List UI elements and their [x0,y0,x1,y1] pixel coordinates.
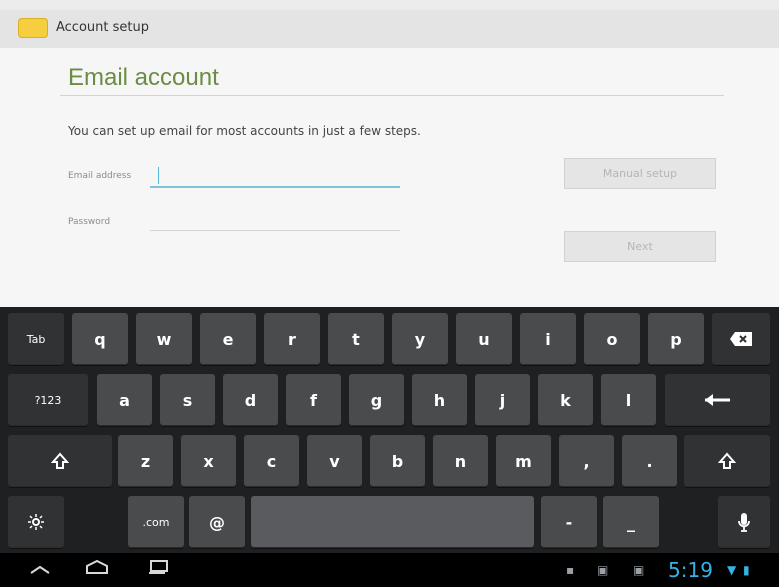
key-space[interactable] [251,496,534,548]
key-dotcom[interactable]: .com [128,496,184,548]
settings-icon [28,514,44,530]
key-y[interactable]: y [392,313,448,365]
key-settings[interactable] [8,496,64,548]
key-k[interactable]: k [538,374,593,426]
key-enter[interactable] [665,374,770,426]
status-clock: 5:19 [668,558,713,582]
action-bar-title: Account setup [56,20,149,35]
intro-text: You can set up email for most accounts i… [68,124,421,138]
next-button[interactable]: Next [564,231,716,262]
email-label: Email address [68,171,132,181]
key-underscore[interactable]: _ [603,496,659,548]
key-z[interactable]: z [118,435,173,487]
shift-icon [51,452,69,469]
key-m[interactable]: m [496,435,551,487]
key-w[interactable]: w [136,313,192,365]
enter-icon [704,394,730,406]
key-t[interactable]: t [328,313,384,365]
key-shift-left[interactable] [8,435,112,487]
back-icon[interactable] [29,553,51,587]
wifi-icon: ▼ [727,563,737,577]
home-icon[interactable] [84,553,110,587]
email-account-form: Email account You can set up email for m… [0,48,779,307]
notification-icon[interactable]: ▪ [566,553,574,587]
key-v[interactable]: v [307,435,362,487]
key-tab[interactable]: Tab [8,313,64,365]
key-voice-input[interactable] [718,496,770,548]
key-f[interactable]: f [286,374,341,426]
text-cursor [158,167,159,184]
voice-input-icon [738,513,750,532]
key-d[interactable]: d [223,374,278,426]
notification-icon[interactable]: ▣ [633,553,644,587]
key-hyphen[interactable]: - [541,496,597,548]
key-s[interactable]: s [160,374,215,426]
key-x[interactable]: x [181,435,236,487]
key-period[interactable]: . [622,435,677,487]
title-divider [60,95,724,96]
key-comma[interactable]: , [559,435,614,487]
key-l[interactable]: l [601,374,656,426]
key-c[interactable]: c [244,435,299,487]
key-shift-right[interactable] [684,435,770,487]
email-app-icon[interactable] [18,18,48,38]
key-p[interactable]: p [648,313,704,365]
key-u[interactable]: u [456,313,512,365]
email-field[interactable] [150,164,400,188]
manual-setup-button[interactable]: Manual setup [564,158,716,189]
battery-icon: ▮ [743,563,750,577]
key-q[interactable]: q [72,313,128,365]
key-symbols[interactable]: ?123 [8,374,88,426]
key-i[interactable]: i [520,313,576,365]
key-j[interactable]: j [475,374,530,426]
key-n[interactable]: n [433,435,488,487]
key-o[interactable]: o [584,313,640,365]
key-backspace[interactable] [712,313,770,365]
backspace-icon [730,332,752,346]
page-title: Email account [68,64,219,91]
notification-icon[interactable]: ▣ [597,553,608,587]
key-h[interactable]: h [412,374,467,426]
key-a[interactable]: a [97,374,152,426]
soft-keyboard: Tab q w e r t y u i o p ?123 a s d f g h… [0,307,779,553]
key-g[interactable]: g [349,374,404,426]
password-label: Password [68,217,111,227]
password-field[interactable] [150,213,400,231]
action-bar: Account setup [0,10,779,49]
key-b[interactable]: b [370,435,425,487]
system-navigation-bar: ▪ ▣ ▣ 5:19 ▼ ▮ [0,553,779,587]
recent-apps-icon[interactable] [146,553,172,587]
shift-icon [718,452,736,469]
key-r[interactable]: r [264,313,320,365]
tablet-screen: Account setup Email account You can set … [0,0,779,587]
key-e[interactable]: e [200,313,256,365]
key-at[interactable]: @ [189,496,245,548]
